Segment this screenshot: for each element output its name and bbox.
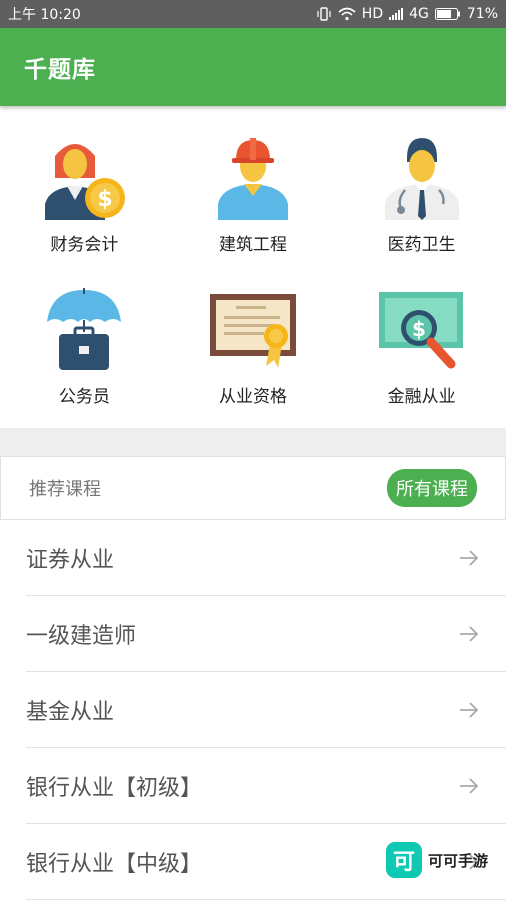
arrow-right-icon [460,777,479,794]
doctor-icon [384,138,459,220]
vibrate-icon [317,7,331,21]
course-item-fund[interactable]: 基金从业 [26,672,506,748]
course-item-securities[interactable]: 证券从业 [26,520,506,596]
category-medicine[interactable]: 医药卫生 [337,124,506,276]
accountant-icon: $ [45,144,126,220]
category-label: 公务员 [58,387,110,407]
battery-percent: 71% [466,6,498,22]
certificate-icon [209,294,296,368]
status-time: 上午 10:20 [8,7,81,23]
construction-worker-icon [217,138,288,220]
course-label: 基金从业 [26,699,115,725]
app-title: 千题库 [24,57,96,83]
category-label: 金融从业 [387,387,456,407]
all-courses-button[interactable]: 所有课程 [387,469,477,507]
recommended-title: 推荐课程 [29,479,101,500]
umbrella-briefcase-icon [47,288,122,370]
battery-icon [434,8,460,20]
category-label: 从业资格 [218,387,287,407]
course-label: 银行从业【中级】 [26,851,203,877]
app-bar: 千题库 [0,28,506,106]
arrow-right-icon [460,549,479,566]
course-label: 一级建造师 [26,623,137,649]
course-item-bank-junior[interactable]: 银行从业【初级】 [26,748,506,824]
category-finance[interactable]: $ 金融从业 [337,276,506,428]
category-accounting[interactable]: $ 财务会计 [0,124,169,276]
recommended-header: 推荐课程 所有课程 [0,456,506,520]
status-bar: 上午 10:20 HD 4G 71% [0,0,506,28]
arrow-right-icon [460,701,479,718]
category-label: 医药卫生 [387,235,456,255]
category-label: 建筑工程 [218,235,287,255]
watermark-logo: 可 [385,842,422,878]
category-construction[interactable]: 建筑工程 [169,124,338,276]
watermark: 可 可可手游 [385,842,488,878]
arrow-right-icon [460,625,479,642]
status-icons: HD 4G 71% [316,6,498,22]
svg-text:$: $ [412,317,426,341]
category-civil-servant[interactable]: 公务员 [0,276,169,428]
wifi-icon [338,7,356,21]
course-item-constructor[interactable]: 一级建造师 [26,596,506,672]
money-magnifier-icon: $ [378,292,463,369]
svg-text:$: $ [98,187,113,212]
signal-4g-label: 4G [409,6,429,22]
category-grid: $ 财务会计 建筑工程 医药卫生 公务员 从业资格 $ 金融从业 [0,106,506,428]
course-label: 银行从业【初级】 [26,775,203,801]
signal-icon [389,8,404,20]
watermark-text: 可可手游 [427,851,488,870]
course-label: 证券从业 [26,547,115,573]
network-hd-label: HD [361,6,384,22]
category-label: 财务会计 [50,235,119,255]
category-qualification[interactable]: 从业资格 [169,276,338,428]
section-divider [0,428,506,456]
